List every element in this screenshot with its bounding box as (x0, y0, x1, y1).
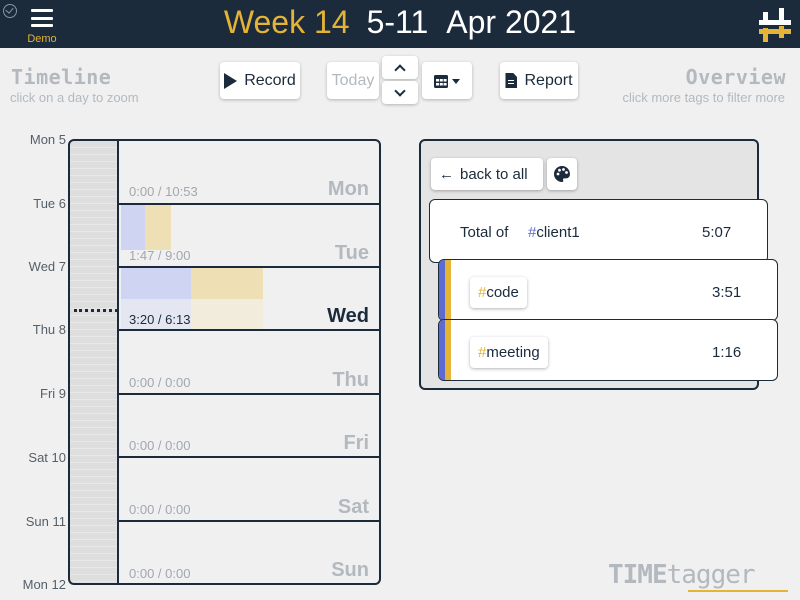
tag-time: 3:51 (712, 284, 742, 301)
color-bar (445, 320, 451, 380)
page-title: Week 14 5-11 Apr 2021 (0, 0, 800, 44)
timeline-hint: click on a day to zoom (10, 90, 139, 105)
ruler-label: Tue 6 (33, 196, 66, 211)
total-card: Total of #client1 5:07 (429, 199, 768, 263)
total-tag[interactable]: #client1 (528, 224, 580, 241)
palette-icon (554, 166, 570, 182)
ruler-label: Sun 11 (25, 514, 66, 529)
timeline-frame (68, 139, 381, 585)
brand-logo: TIMEtagger (608, 560, 756, 590)
back-label: back to all (460, 165, 528, 183)
color-bar (445, 260, 451, 320)
calendar-dropdown-button[interactable] (422, 62, 472, 99)
ruler-label: Mon 12 (22, 577, 66, 592)
total-prefix: Total of (460, 224, 509, 241)
next-week-button[interactable] (382, 81, 418, 104)
top-bar: Demo Week 14 5-11 Apr 2021 (0, 0, 800, 48)
overview-hint: click more tags to filter more (622, 90, 785, 105)
timeline-title: Timeline (11, 65, 112, 89)
tag-chip-code[interactable]: # code (470, 277, 527, 308)
document-icon (505, 73, 518, 88)
month-year: Apr 2021 (446, 3, 577, 40)
date-range: 5-11 (366, 3, 429, 40)
timetagger-logo-icon[interactable] (759, 6, 791, 44)
tag-row-meeting[interactable]: # meeting 1:16 (438, 319, 778, 381)
brand-underline (688, 590, 788, 592)
record-button[interactable]: Record (220, 62, 300, 99)
overview-title: Overview (685, 65, 786, 89)
tag-row-code[interactable]: # code 3:51 (438, 259, 778, 321)
tag-time: 1:16 (712, 344, 742, 361)
ruler-label: Sat 10 (28, 450, 66, 465)
today-label: Today (331, 71, 375, 89)
ruler-label: Fri 9 (40, 386, 66, 401)
chevron-down-icon (394, 84, 406, 97)
week-number: Week 14 (223, 3, 350, 40)
tag-chip-meeting[interactable]: # meeting (470, 337, 548, 368)
arrow-left-icon: ← (439, 165, 454, 183)
ruler-label: Wed 7 (28, 259, 66, 274)
previous-week-button[interactable] (382, 56, 418, 79)
ruler-label: Thu 8 (32, 322, 66, 337)
back-to-all-button[interactable]: ← back to all (431, 158, 543, 190)
play-icon (224, 72, 238, 89)
today-button[interactable]: Today (327, 62, 379, 99)
record-label: Record (244, 71, 296, 89)
report-button[interactable]: Report (500, 62, 578, 99)
total-time: 5:07 (702, 224, 732, 241)
ruler-label: Mon 5 (29, 132, 66, 147)
report-label: Report (524, 71, 573, 89)
calendar-icon (434, 74, 460, 88)
chevron-up-icon (394, 63, 406, 76)
palette-button[interactable] (547, 158, 577, 190)
